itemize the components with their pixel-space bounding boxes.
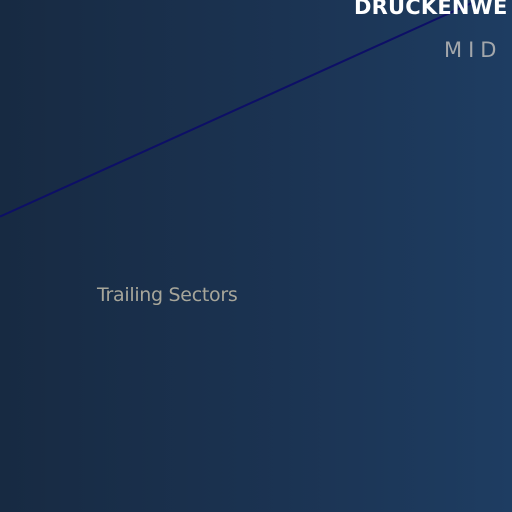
series-label-trailing: Trailing Sectors	[97, 284, 238, 306]
series-label-leading: DRUCKENWE	[354, 0, 508, 19]
series-label-mid: MID	[444, 38, 503, 62]
series-line-0	[0, 1, 475, 218]
chart-plot-area	[0, 1, 475, 218]
chart-canvas: DRUCKENWE MID Trailing Sectors	[0, 0, 512, 512]
